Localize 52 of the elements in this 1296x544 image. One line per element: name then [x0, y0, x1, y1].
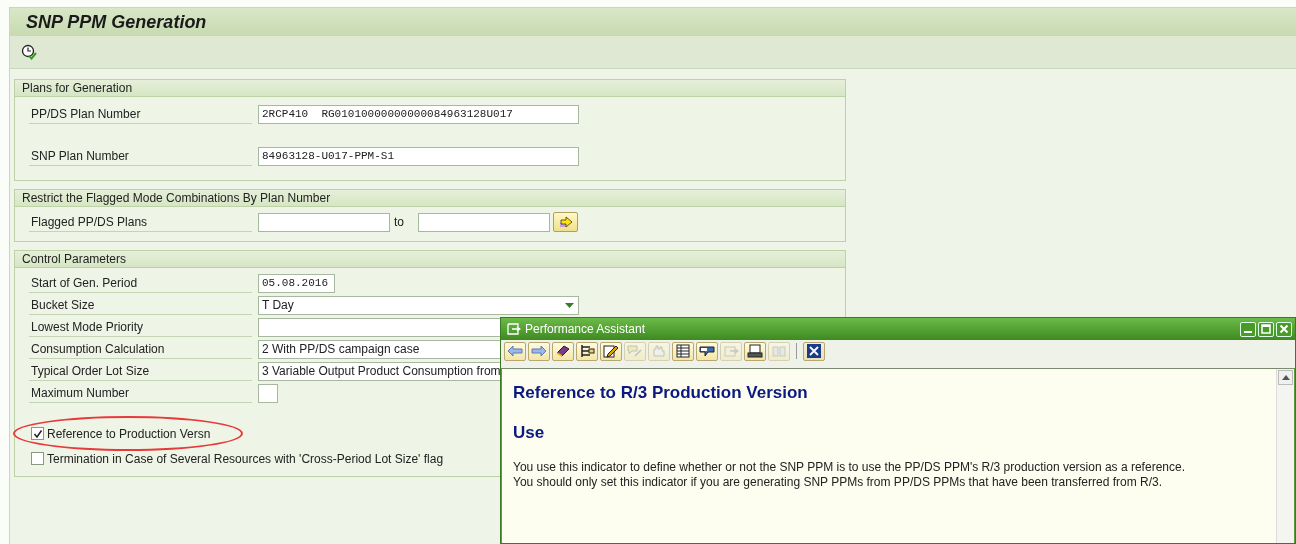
scroll-up-button[interactable] — [1278, 370, 1293, 385]
help-heading: Reference to R/3 Production Version — [513, 383, 809, 403]
checkbox-label: Reference to Production Versn — [47, 426, 211, 441]
table-icon[interactable] — [672, 341, 694, 361]
close-icon — [1279, 324, 1289, 334]
window-title: SNP PPM Generation — [26, 11, 207, 33]
window-icon — [507, 323, 521, 335]
checkbox-label: Termination in Case of Several Resources with 'Cross-Period Lot Size' flag — [47, 451, 444, 466]
pencil-icon[interactable] — [600, 341, 622, 361]
help-subheading: Use — [513, 423, 546, 443]
execute-button[interactable] — [20, 43, 38, 61]
field-label: Typical Order Lot Size — [29, 361, 252, 381]
minimize-icon — [1244, 331, 1252, 333]
field-label: SNP Plan Number — [29, 146, 252, 166]
checkbox[interactable] — [31, 427, 44, 440]
maximize-icon — [1261, 324, 1271, 334]
input-field[interactable] — [258, 212, 390, 232]
window-title: Performance Assistant — [525, 322, 646, 336]
field-label: Lowest Mode Priority — [29, 317, 252, 337]
input-field[interactable] — [258, 383, 278, 403]
input-field[interactable] — [418, 212, 550, 232]
field-label: Flagged PP/DS Plans — [29, 212, 252, 232]
group-title: Restrict the Flagged Mode Combinations By Plan Number — [22, 191, 331, 205]
field-label: Bucket Size — [29, 295, 252, 315]
input-field[interactable]: 84963128-U017-PPM-S1 — [258, 146, 579, 166]
field-label: Start of Gen. Period — [29, 273, 252, 293]
group-title: Plans for Generation — [22, 81, 133, 95]
toolbar-icon[interactable] — [696, 341, 718, 361]
back-icon[interactable] — [504, 341, 526, 361]
dropdown-arrow-icon — [565, 302, 574, 308]
field-label: PP/DS Plan Number — [29, 104, 252, 124]
group-title: Control Parameters — [22, 252, 127, 266]
minimize-button[interactable] — [1240, 321, 1256, 337]
close-icon[interactable] — [803, 341, 825, 361]
forward-icon[interactable] — [528, 341, 550, 361]
up-arrow-icon — [1281, 375, 1290, 380]
field-label: Maximum Number — [29, 383, 252, 403]
close-button[interactable] — [1276, 321, 1292, 337]
range-label: to — [394, 215, 404, 229]
field-label: Consumption Calculation — [29, 339, 252, 359]
toolbar-icon[interactable] — [576, 341, 598, 361]
date-field[interactable]: 05.08.2016 — [258, 273, 335, 293]
book-icon[interactable] — [552, 341, 574, 361]
dropdown[interactable]: T Day — [258, 295, 579, 315]
multiple-selection-button[interactable] — [553, 212, 578, 232]
printer-icon[interactable] — [744, 341, 766, 361]
input-field[interactable]: 2RCP410 RG01010000000000084963128U017 — [258, 104, 579, 124]
maximize-button[interactable] — [1258, 321, 1274, 337]
help-paragraph: You use this indicator to define whether or not the SNP PPM is to use the PP/DS PPM's R/3 production version as a reference. You should only set this indicator if you are generating SNP PPMs from PP/DS PPMs that have been transferred from R/3. — [513, 460, 1186, 490]
arrow-icon — [558, 216, 573, 228]
checkbox[interactable] — [31, 452, 44, 465]
scrollbar[interactable] — [1276, 369, 1294, 543]
